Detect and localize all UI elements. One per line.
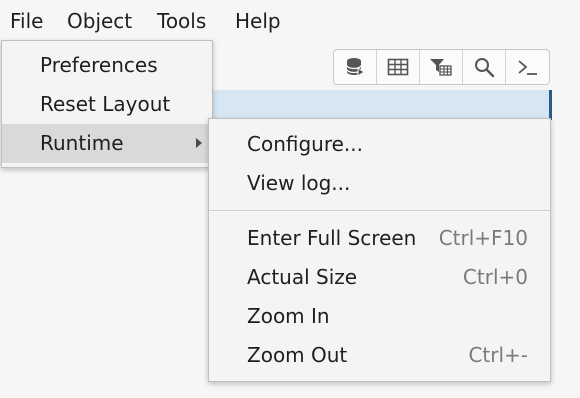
toolbar — [333, 49, 550, 85]
terminal-icon — [516, 57, 540, 77]
runtime-submenu: Configure... View log... Enter Full Scre… — [208, 118, 551, 382]
search-icon — [473, 56, 495, 78]
menu-item-enter-full-screen[interactable]: Enter Full Screen Ctrl+F10 — [209, 219, 550, 258]
menu-tools[interactable]: Tools — [157, 8, 206, 34]
menu-item-shortcut: Ctrl+0 — [462, 265, 528, 289]
menu-item-runtime[interactable]: Runtime — [2, 124, 212, 163]
menu-help[interactable]: Help — [235, 8, 281, 34]
submenu-arrow-icon — [196, 138, 202, 148]
database-icon — [344, 56, 366, 78]
menu-item-view-log[interactable]: View log... — [209, 164, 550, 203]
menu-item-preferences[interactable]: Preferences — [2, 46, 212, 85]
menu-item-actual-size[interactable]: Actual Size Ctrl+0 — [209, 258, 550, 297]
menu-item-runtime-label: Runtime — [40, 131, 124, 155]
menubar: File Object Tools Help — [0, 0, 580, 40]
search-button[interactable] — [463, 50, 506, 84]
table-icon — [387, 57, 409, 77]
menu-file[interactable]: File — [10, 8, 43, 34]
file-menu-dropdown: Preferences Reset Layout Runtime — [1, 40, 213, 168]
filter-table-icon — [429, 57, 453, 77]
menu-object[interactable]: Object — [67, 8, 132, 34]
database-button[interactable] — [334, 50, 377, 84]
menu-item-label: Zoom In — [247, 304, 330, 328]
menu-item-zoom-out[interactable]: Zoom Out Ctrl+- — [209, 336, 550, 375]
menu-item-shortcut: Ctrl+F10 — [438, 226, 528, 250]
menu-item-shortcut: Ctrl+- — [468, 343, 528, 367]
menu-item-label: Zoom Out — [247, 343, 348, 367]
app-window: File Object Tools Help Preferences Reset… — [0, 0, 580, 398]
terminal-button[interactable] — [506, 50, 549, 84]
menu-item-label: Configure... — [247, 132, 364, 156]
menu-item-label: View log... — [247, 171, 351, 195]
menu-item-label: Enter Full Screen — [247, 226, 417, 250]
menu-separator — [209, 210, 550, 211]
menu-item-label: Actual Size — [247, 265, 358, 289]
table-button[interactable] — [377, 50, 420, 84]
selected-tree-row[interactable] — [200, 90, 552, 120]
menu-item-reset-layout[interactable]: Reset Layout — [2, 85, 212, 124]
menu-item-configure[interactable]: Configure... — [209, 125, 550, 164]
menu-item-zoom-in[interactable]: Zoom In — [209, 297, 550, 336]
filter-table-button[interactable] — [420, 50, 463, 84]
